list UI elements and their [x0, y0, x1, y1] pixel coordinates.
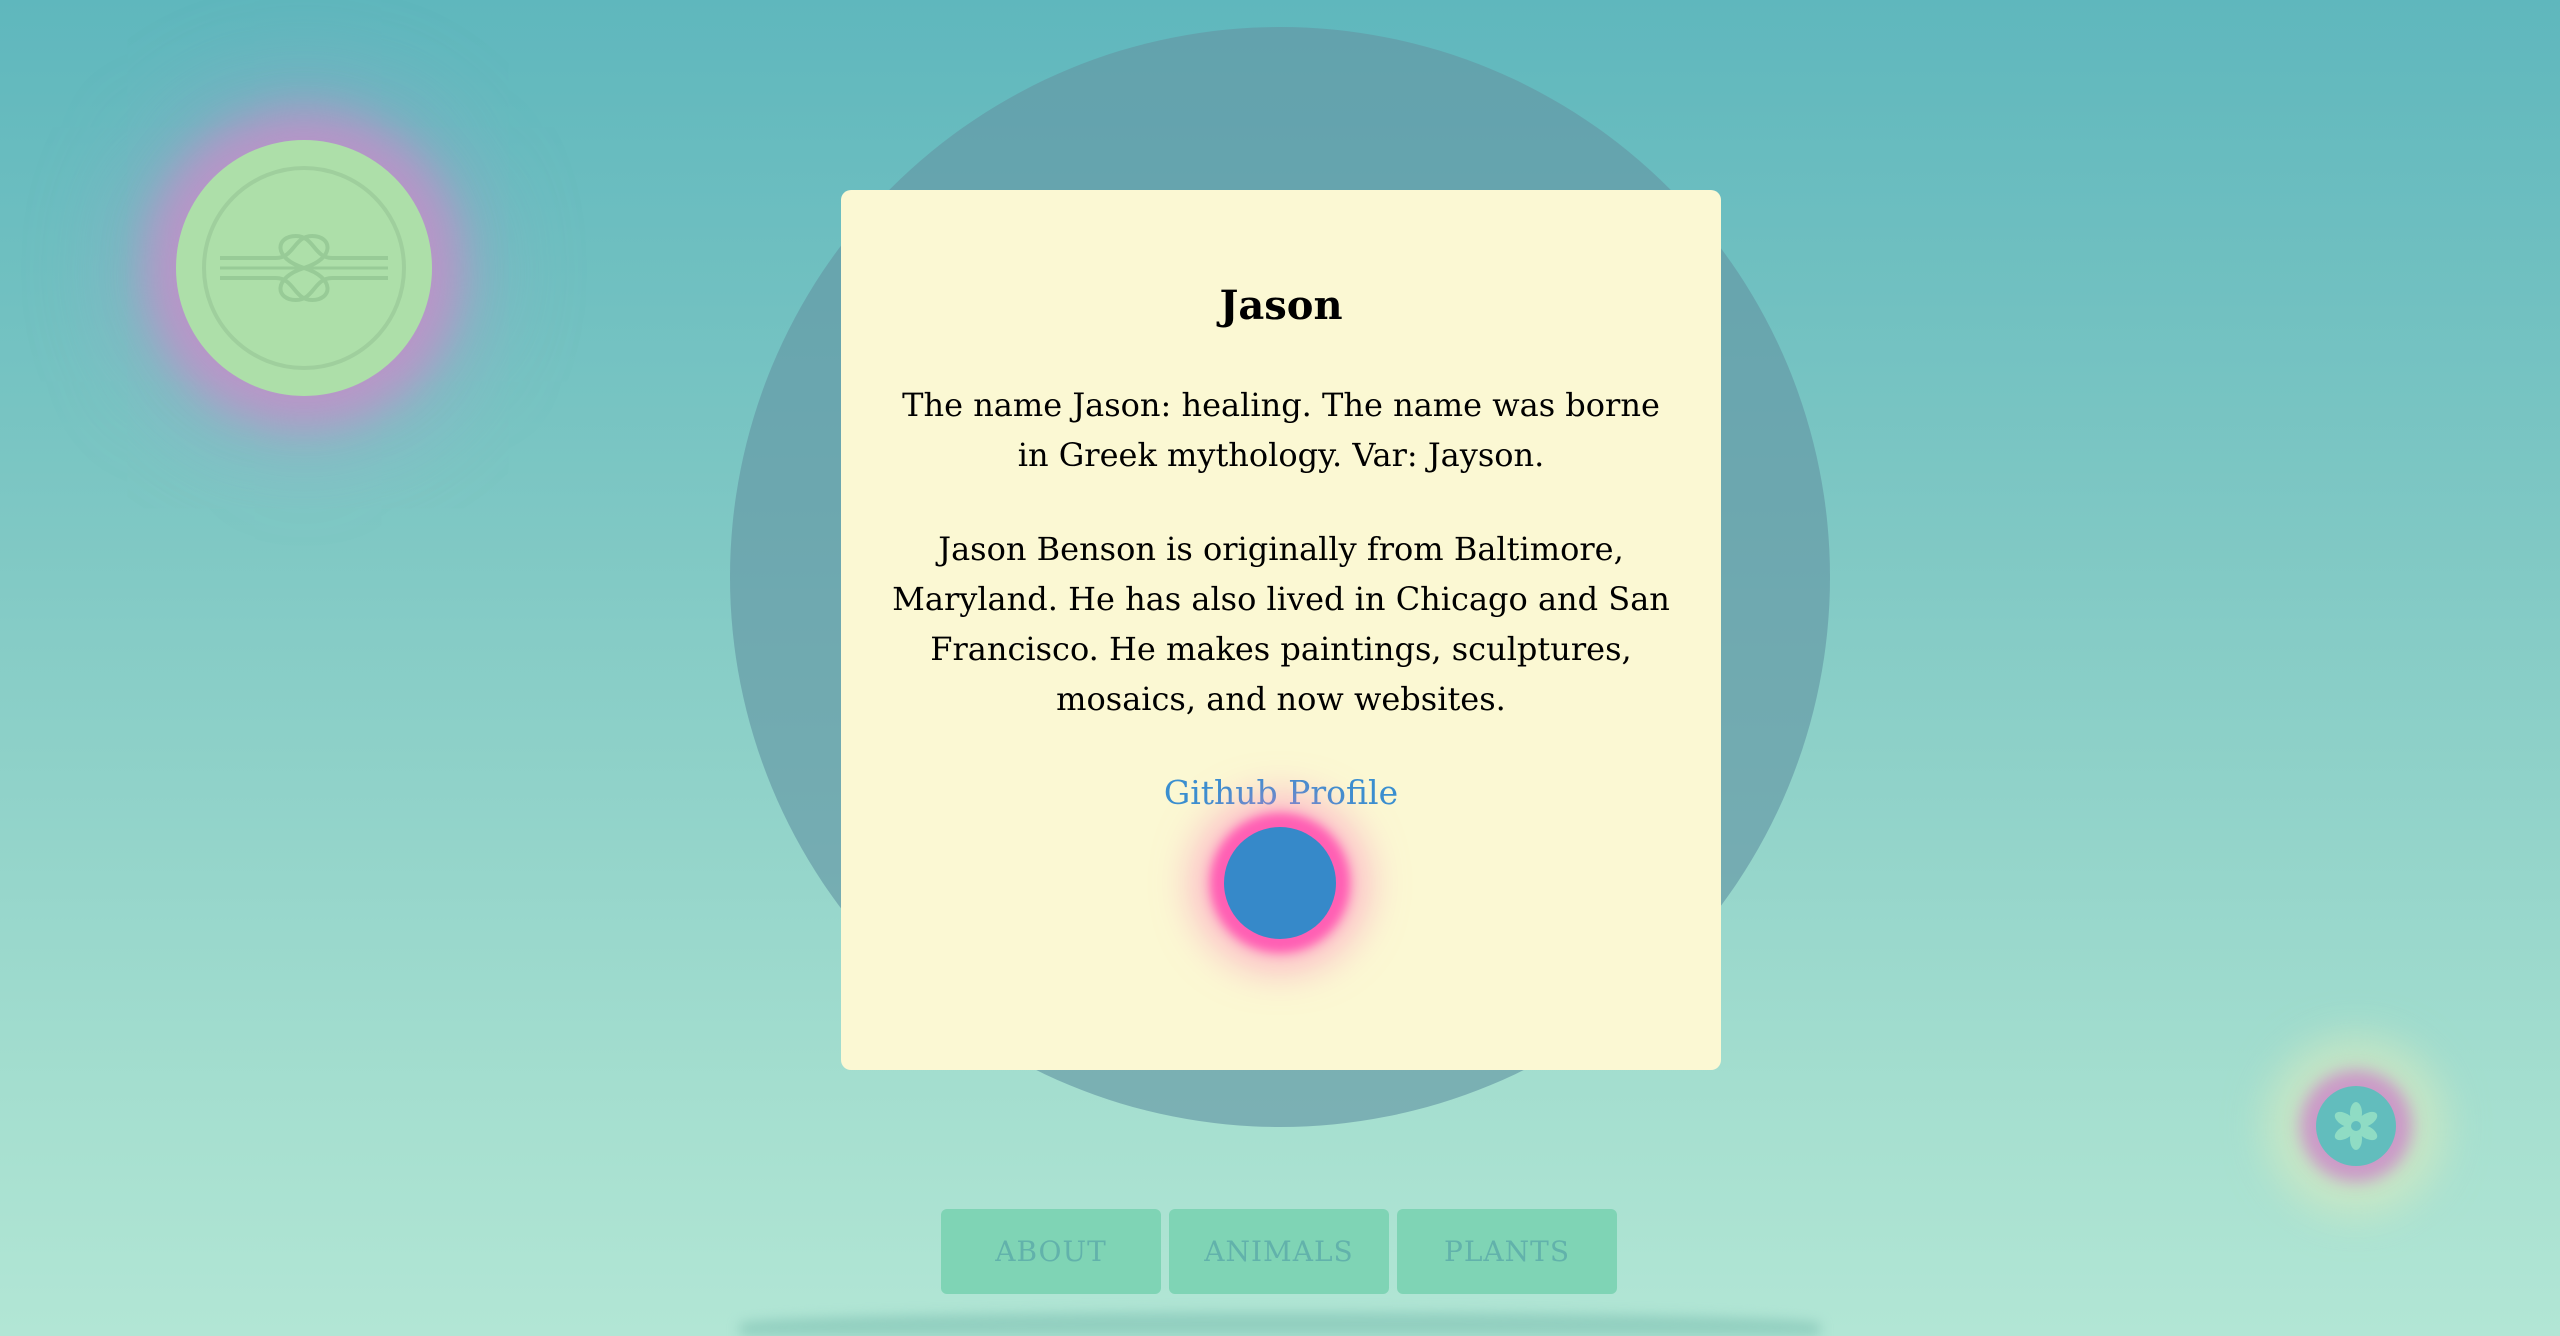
main-nav: ABOUT ANIMALS PLANTS — [941, 1209, 1617, 1294]
nav-about-button[interactable]: ABOUT — [941, 1209, 1161, 1294]
profile-card: Jason The name Jason: healing. The name … — [841, 190, 1721, 1070]
nav-plants-button[interactable]: PLANTS — [1397, 1209, 1617, 1294]
profile-bio: Jason Benson is originally from Baltimor… — [892, 530, 1670, 718]
logo-button[interactable] — [176, 140, 432, 396]
flower-button[interactable] — [2316, 1086, 2396, 1166]
profile-name: Jason — [1219, 282, 1343, 329]
orb-icon[interactable] — [1224, 827, 1336, 939]
name-meaning: The name Jason: healing. The name was bo… — [902, 386, 1660, 474]
github-profile-link[interactable]: Github Profile — [1164, 768, 1398, 818]
bottom-shadow — [740, 1312, 1820, 1336]
nav-animals-button[interactable]: ANIMALS — [1169, 1209, 1389, 1294]
